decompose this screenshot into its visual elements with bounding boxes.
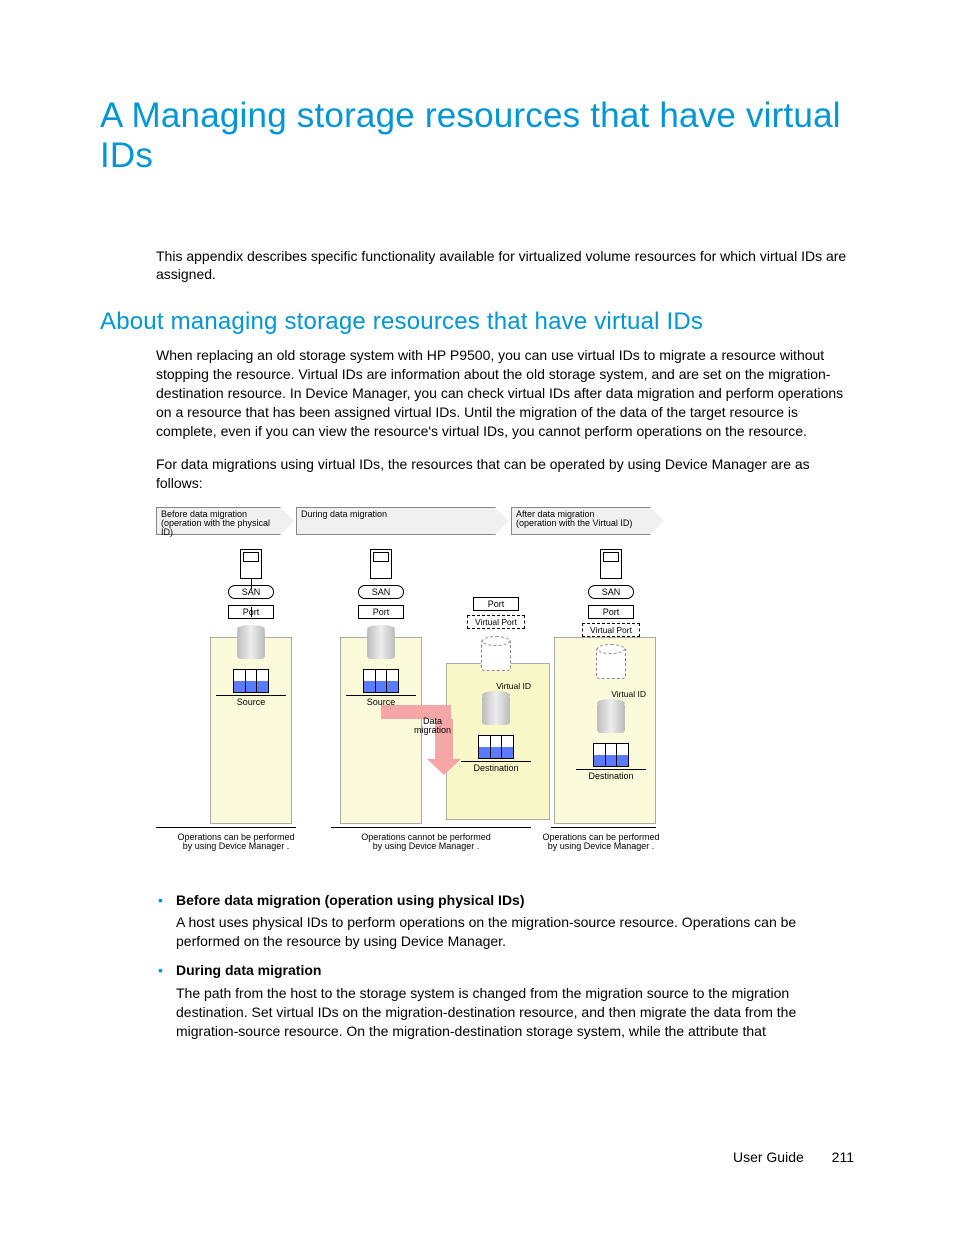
col-before: SAN Port Source: [216, 549, 286, 707]
drive-grid-icon: [478, 735, 514, 759]
page-title: A Managing storage resources that have v…: [100, 96, 854, 177]
phase-label-before: Before data migration(operation with the…: [156, 507, 281, 535]
port-label: Port: [473, 597, 519, 611]
virtual-port-label: Virtual Port: [582, 623, 640, 637]
cylinder-icon: [597, 703, 625, 733]
body-paragraph-1: When replacing an old storage system wit…: [100, 346, 854, 440]
caption-rule: [551, 827, 656, 828]
intro-paragraph: This appendix describes specific functio…: [100, 247, 854, 285]
cylinder-dashed-icon: [596, 647, 626, 679]
destination-label: Destination: [576, 769, 646, 781]
drive-grid-icon: [233, 669, 269, 693]
migration-diagram: Before data migration(operation with the…: [156, 507, 656, 877]
body-paragraph-2: For data migrations using virtual IDs, t…: [100, 455, 854, 493]
col-during-dest: Port Virtual Port Virtual ID Destination: [461, 549, 531, 773]
san-label: SAN: [358, 585, 404, 599]
cylinder-icon: [367, 629, 395, 659]
port-label: Port: [588, 605, 634, 619]
cylinder-icon: [482, 695, 510, 725]
drive-grid-icon: [593, 743, 629, 767]
bullet-list: Before data migration (operation using p…: [100, 891, 854, 1041]
host-icon: [240, 549, 262, 579]
bullet-head: Before data migration (operation using p…: [176, 891, 854, 910]
bullet-item-during: During data migration The path from the …: [156, 961, 854, 1041]
section-heading: About managing storage resources that ha…: [100, 308, 854, 336]
virtual-port-label: Virtual Port: [467, 615, 525, 629]
host-icon: [600, 549, 622, 579]
cylinder-dashed-icon: [481, 639, 511, 671]
col-after: SAN Port Virtual Port Virtual ID Destina…: [576, 549, 646, 781]
bullet-item-before: Before data migration (operation using p…: [156, 891, 854, 952]
page-number: 211: [832, 1149, 854, 1165]
caption-cannot-during: Operations cannot be performedby using D…: [346, 833, 506, 853]
source-label: Source: [346, 695, 416, 707]
bullet-body: A host uses physical IDs to perform oper…: [176, 914, 796, 949]
destination-label: Destination: [461, 761, 531, 773]
page-footer: User Guide 211: [733, 1149, 854, 1165]
phase-label-after: After data migration(operation with the …: [511, 507, 651, 535]
caption-can-after: Operations can be performedby using Devi…: [536, 833, 666, 853]
bullet-head: During data migration: [176, 961, 854, 980]
data-migration-label: Datamigration: [414, 717, 451, 736]
caption-rule: [156, 827, 296, 828]
drive-grid-icon: [363, 669, 399, 693]
host-icon: [370, 549, 392, 579]
footer-label: User Guide: [733, 1149, 804, 1165]
phase-label-during: During data migration: [296, 507, 496, 535]
port-label: Port: [358, 605, 404, 619]
virtual-id-label: Virtual ID: [576, 689, 646, 699]
virtual-id-label: Virtual ID: [461, 681, 531, 691]
bullet-body: The path from the host to the storage sy…: [176, 985, 796, 1039]
san-label: SAN: [588, 585, 634, 599]
col-during-source: SAN Port Source: [346, 549, 416, 707]
caption-rule: [331, 827, 531, 828]
source-label: Source: [216, 695, 286, 707]
cylinder-icon: [237, 629, 265, 659]
caption-can-before: Operations can be performedby using Devi…: [156, 833, 316, 853]
